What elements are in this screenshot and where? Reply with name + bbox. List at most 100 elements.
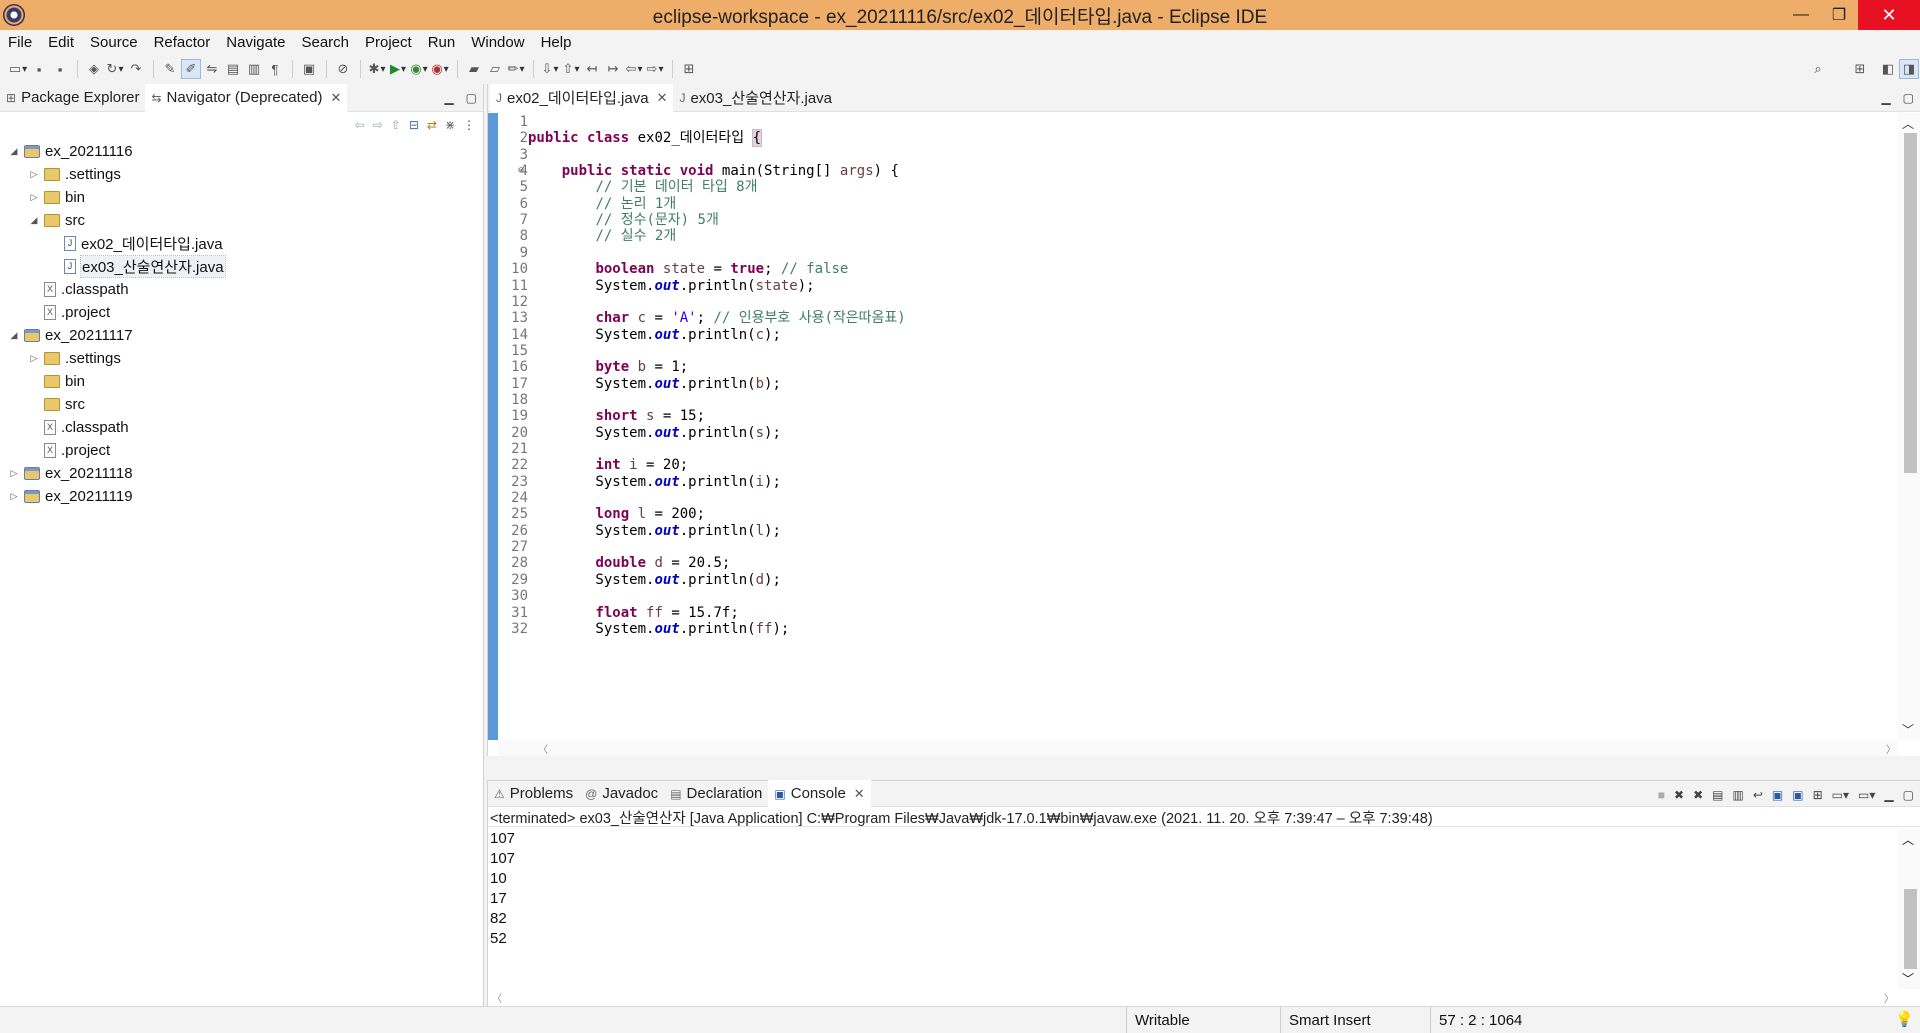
menu-search[interactable]: Search	[293, 34, 357, 51]
display-console-icon[interactable]: ▭▾	[1832, 788, 1849, 802]
open-folder-icon[interactable]: ▰	[464, 59, 484, 79]
code-line[interactable]: 13 char c = 'A'; // 인용부호 사용(작은따옴표)	[488, 310, 1898, 326]
block-selection-icon[interactable]: ⇋	[202, 59, 222, 79]
code-line[interactable]: 16 byte b = 1;	[488, 359, 1898, 375]
pin-editor-icon[interactable]: ⊞	[679, 59, 699, 79]
last-edit-icon[interactable]: ↤	[582, 59, 602, 79]
code-line[interactable]: 8 // 실수 2개	[488, 228, 1898, 244]
code-line[interactable]: 31 float ff = 15.7f;	[488, 605, 1898, 621]
menu-source[interactable]: Source	[82, 34, 146, 51]
fold-toggle-icon[interactable]: ⊖	[518, 163, 524, 179]
remove-all-launches-icon[interactable]: ✖	[1693, 788, 1703, 802]
code-line[interactable]: 4 ⊖ public static void main(String[] args…	[488, 163, 1898, 179]
tree-item[interactable]: ◢ ex_20211117	[0, 324, 483, 347]
menu-navigate[interactable]: Navigate	[218, 34, 293, 51]
code-line[interactable]: 18	[488, 392, 1898, 408]
minimize-view-icon[interactable]: ▁	[1884, 788, 1893, 802]
code-line[interactable]: 15	[488, 343, 1898, 359]
collapsed-arrow-icon[interactable]: ▷	[28, 169, 40, 180]
scroll-up-icon[interactable]: ︿	[1902, 831, 1914, 848]
tree-item[interactable]: bin	[0, 370, 483, 393]
tab-navigator[interactable]: ⇆ Navigator (Deprecated) ✕	[145, 83, 348, 112]
status-cursor-position[interactable]: 57 : 2 : 1064	[1430, 1007, 1578, 1033]
console-horizontal-scrollbar[interactable]: 〈 〉	[488, 990, 1898, 1005]
mark-occurrences-icon[interactable]: ✐	[181, 59, 201, 79]
editor-tab-ex03[interactable]: J ex03_산술연산자.java	[673, 84, 838, 112]
code-line[interactable]: 10 boolean state = true; // false	[488, 261, 1898, 277]
code-line[interactable]: 1	[488, 114, 1898, 130]
show-whitespace-icon[interactable]: ¶	[265, 59, 285, 79]
tab-console[interactable]: ▣ Console ✕	[768, 779, 871, 808]
tab-declaration[interactable]: ▤ Declaration	[664, 780, 768, 808]
tree-item[interactable]: ◢ src	[0, 209, 483, 232]
open-file-icon[interactable]: ▱	[485, 59, 505, 79]
view-menu-icon[interactable]: ⋮	[463, 118, 475, 132]
close-icon[interactable]: ✕	[330, 90, 341, 106]
code-line[interactable]: 30	[488, 588, 1898, 604]
code-line[interactable]: 14 System.out.println(c);	[488, 327, 1898, 343]
coverage-icon[interactable]: ◉	[409, 59, 429, 79]
up-icon[interactable]: ⇧	[391, 118, 401, 132]
code-line[interactable]: 27	[488, 539, 1898, 555]
collapsed-arrow-icon[interactable]: ▷	[28, 192, 40, 203]
code-line[interactable]: 9	[488, 245, 1898, 261]
new-java-project-icon[interactable]: ◈	[84, 59, 104, 79]
expanded-arrow-icon[interactable]: ◢	[28, 215, 40, 226]
scroll-up-icon[interactable]: ︿	[1902, 115, 1914, 132]
collapsed-arrow-icon[interactable]: ▷	[28, 353, 40, 364]
show-on-stdout-icon[interactable]: ▣	[1772, 788, 1783, 802]
collapsed-arrow-icon[interactable]: ▷	[8, 491, 20, 502]
back-icon[interactable]: ⇦	[355, 118, 365, 132]
maximize-view-icon[interactable]: ▢	[1903, 91, 1914, 105]
tree-item[interactable]: ▷ .settings	[0, 347, 483, 370]
code-line[interactable]: 5 // 기본 데이터 타입 8개	[488, 179, 1898, 195]
word-wrap-icon[interactable]: ↩	[1753, 788, 1763, 802]
next-annotation-icon[interactable]: ⇩	[540, 59, 560, 79]
collapsed-arrow-icon[interactable]: ▷	[8, 468, 20, 479]
menu-project[interactable]: Project	[357, 34, 420, 51]
back-icon[interactable]: ⇦	[624, 59, 644, 79]
code-line[interactable]: 29 System.out.println(d);	[488, 572, 1898, 588]
scroll-left-icon[interactable]: 〈	[538, 741, 548, 756]
java-ee-perspective-icon[interactable]: ◧	[1878, 59, 1898, 79]
code-line[interactable]: 12	[488, 294, 1898, 310]
open-type-icon[interactable]: ✎	[160, 59, 180, 79]
tree-item[interactable]: src	[0, 393, 483, 416]
tree-item[interactable]: X .project	[0, 439, 483, 462]
expanded-arrow-icon[interactable]: ◢	[8, 330, 20, 341]
editor-tab-ex02[interactable]: J ex02_데이터타입.java ✕	[490, 83, 674, 112]
scroll-thumb[interactable]	[1904, 133, 1917, 473]
open-perspective-icon[interactable]: ⊞	[1850, 59, 1870, 79]
tree-item[interactable]: X .project	[0, 301, 483, 324]
tab-javadoc[interactable]: @ Javadoc	[579, 780, 664, 808]
forward-icon[interactable]: ⇨	[645, 59, 665, 79]
tab-package-explorer[interactable]: ⊞ Package Explorer	[0, 84, 145, 112]
code-line[interactable]: 19 short s = 15;	[488, 408, 1898, 424]
toggle-breadcrumb-icon[interactable]: ▤	[223, 59, 243, 79]
tree-item[interactable]: ◢ ex_20211116	[0, 140, 483, 163]
java-perspective-icon[interactable]: ◨	[1899, 59, 1919, 79]
editor-horizontal-scrollbar[interactable]: 〈 〉	[498, 740, 1898, 756]
run-icon[interactable]: ▶	[388, 59, 408, 79]
terminal-icon[interactable]: ▣	[299, 59, 319, 79]
scroll-left-icon[interactable]: 〈	[492, 990, 502, 1005]
forward-icon[interactable]: ⇨	[373, 118, 383, 132]
scroll-down-icon[interactable]: ﹀	[1902, 721, 1914, 738]
skip-icon[interactable]: ↷	[126, 59, 146, 79]
tree-item[interactable]: Jex03_산술연산자.java	[0, 255, 483, 278]
code-line[interactable]: 20 System.out.println(s);	[488, 425, 1898, 441]
remove-launch-icon[interactable]: ✖	[1674, 788, 1684, 802]
search-pen-icon[interactable]: ✏	[506, 59, 526, 79]
previous-annotation-icon[interactable]: ⇧	[561, 59, 581, 79]
clear-console-icon[interactable]: ▤	[1712, 788, 1723, 802]
code-line[interactable]: 17 System.out.println(b);	[488, 376, 1898, 392]
external-tools-icon[interactable]: ◉	[430, 59, 450, 79]
code-editor[interactable]: 1 2 public class ex02_데이터타입 {3 4 ⊖ public st…	[488, 113, 1898, 740]
debug-icon[interactable]: ✱	[367, 59, 387, 79]
save-all-icon[interactable]: ▪	[50, 59, 70, 79]
close-icon[interactable]: ✕	[657, 90, 668, 106]
maximize-view-icon[interactable]: ▢	[466, 91, 477, 105]
scroll-right-icon[interactable]: 〉	[1884, 990, 1894, 1005]
minimize-view-icon[interactable]: ▁	[444, 91, 453, 105]
word-wrap-icon[interactable]: ▥	[244, 59, 264, 79]
